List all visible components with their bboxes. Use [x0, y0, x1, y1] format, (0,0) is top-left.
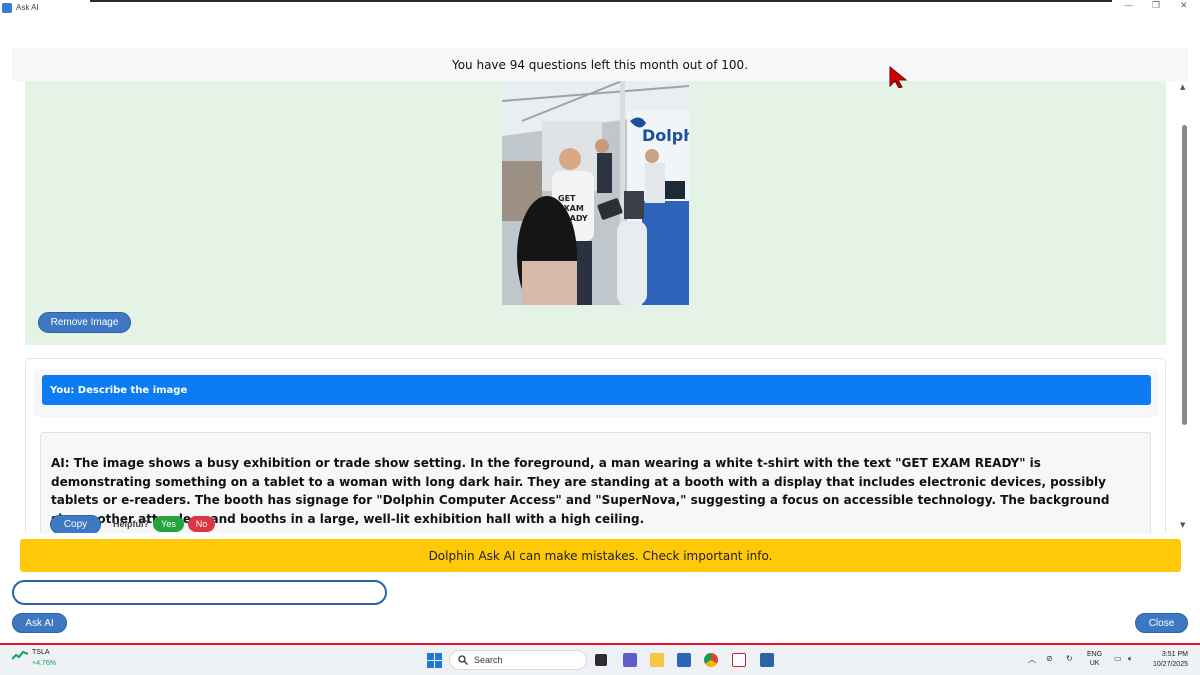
clock-date: 10/27/2025 [1152, 661, 1188, 668]
top-edge-line [90, 0, 1112, 2]
tray-chevron-icon[interactable]: ︿ [1028, 654, 1036, 665]
display-icon[interactable]: ▭ [1114, 654, 1122, 663]
ask-ai-app-icon [2, 2, 12, 13]
start-button-icon[interactable] [427, 653, 442, 668]
windows-taskbar: TSLA +4.76% Search ︿ ⊘ ↻ ENG UK ▭ 🔈︎ 3:5… [0, 645, 1200, 675]
vertical-scrollbar[interactable]: ▲ ▼ [1178, 81, 1190, 533]
keyboard-layout: UK [1089, 660, 1100, 667]
language-indicator[interactable]: ENG UK [1087, 650, 1102, 668]
ask-ai-taskbar-icon[interactable] [760, 653, 774, 667]
scrollbar-thumb[interactable] [1182, 125, 1187, 425]
teams-icon[interactable] [623, 653, 637, 667]
clock-time: 3:51 PM [1161, 651, 1188, 658]
minimize-icon[interactable]: — [1124, 1, 1133, 11]
remove-image-button[interactable]: Remove Image [38, 312, 131, 333]
helpful-no-button[interactable]: No [188, 516, 215, 532]
taskbar-search[interactable]: Search [449, 650, 587, 670]
scroll-up-arrow-icon[interactable]: ▲ [1180, 83, 1185, 91]
ticker-name: TSLA [32, 649, 50, 656]
taskbar-clock[interactable]: 3:51 PM 10/27/2025 [1140, 650, 1188, 670]
ticker-change: +4.76% [32, 660, 56, 667]
disclaimer-banner: Dolphin Ask AI can make mistakes. Check … [20, 539, 1181, 572]
search-label: Search [474, 655, 503, 665]
attached-photo: Dolph GET EXAM READY [502, 81, 689, 305]
close-button[interactable]: Close [1135, 613, 1188, 633]
restore-icon[interactable]: ❐ [1152, 1, 1160, 11]
mouse-cursor-icon [889, 66, 908, 88]
stock-widget[interactable]: TSLA +4.76% [12, 649, 56, 667]
conversation-scroll-area[interactable]: Dolph GET EXAM READY Remove Image You: D… [12, 81, 1188, 533]
search-icon [458, 655, 468, 665]
scroll-down-arrow-icon[interactable]: ▼ [1180, 521, 1185, 529]
sync-icon[interactable]: ↻ [1066, 654, 1073, 663]
window-title: Ask AI [16, 3, 39, 12]
question-input[interactable] [12, 580, 387, 605]
close-window-icon[interactable]: ✕ [1180, 1, 1188, 11]
volume-icon[interactable]: 🔈︎ [1128, 654, 1133, 664]
svg-text:GET: GET [558, 194, 576, 203]
copy-button[interactable]: Copy [50, 515, 101, 533]
title-bar: Ask AI — ❐ ✕ [0, 0, 1200, 15]
language-code: ENG [1087, 651, 1103, 658]
stock-chart-icon [12, 650, 28, 660]
helpful-yes-button[interactable]: Yes [153, 516, 184, 532]
question-quota-banner: You have 94 questions left this month ou… [12, 48, 1188, 81]
ai-label: AI: [51, 456, 70, 470]
chat-card: You: Describe the image AI: The image sh… [25, 358, 1166, 533]
file-explorer-icon[interactable] [650, 653, 664, 667]
ask-ai-button[interactable]: Ask AI [12, 613, 67, 633]
chrome-icon[interactable] [704, 653, 718, 667]
exhibition-photo-illustration: Dolph GET EXAM READY [502, 81, 689, 305]
helpful-label: Helpful? [113, 519, 149, 529]
network-off-icon[interactable]: ⊘ [1046, 654, 1053, 663]
user-message-container: You: Describe the image [34, 369, 1158, 417]
ask-ai-window: Ask AI — ❐ ✕ You have 94 questions left … [0, 0, 1200, 675]
user-message: You: Describe the image [42, 375, 1151, 405]
presentation-app-icon[interactable] [732, 653, 746, 667]
booth-sign-text: Dolph [642, 126, 689, 145]
task-view-icon[interactable] [595, 654, 607, 666]
ai-response-text: The image shows a busy exhibition or tra… [51, 456, 1110, 526]
store-icon[interactable] [677, 653, 691, 667]
attached-image-panel: Dolph GET EXAM READY Remove Image [25, 81, 1166, 345]
